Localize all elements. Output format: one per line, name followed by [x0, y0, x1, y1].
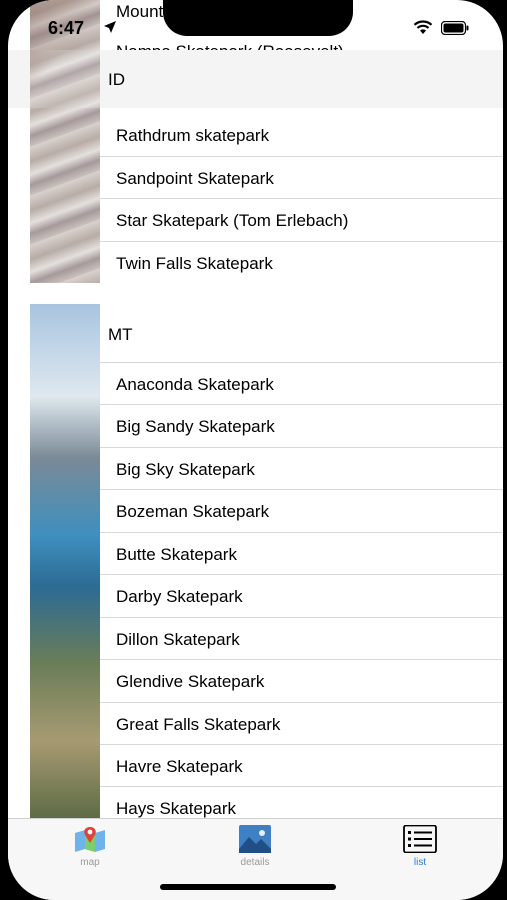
list-item-label: Glendive Skatepark	[116, 672, 265, 691]
list-item-label: Anaconda Skatepark	[116, 375, 274, 394]
section-title: MT	[108, 325, 133, 344]
list-item[interactable]: Butte Skatepark	[100, 533, 503, 575]
wifi-icon	[413, 20, 433, 34]
list-icon	[403, 825, 437, 853]
list-item[interactable]: Twin Falls Skatepark	[100, 242, 503, 284]
location-arrow-icon	[104, 21, 116, 33]
list-item[interactable]: Anaconda Skatepark	[100, 363, 503, 405]
list-item-label: Dillon Skatepark	[116, 630, 240, 649]
list-item[interactable]: Dillon Skatepark	[100, 618, 503, 660]
list-item-label: Great Falls Skatepark	[116, 715, 281, 734]
list-item[interactable]: Star Skatepark (Tom Erlebach)	[100, 199, 503, 241]
list-item-label: Darby Skatepark	[116, 587, 243, 606]
image-icon	[239, 825, 271, 853]
status-time: 6:47	[48, 18, 85, 38]
list-item[interactable]: Darby Skatepark	[100, 575, 503, 617]
list-item-label: Star Skatepark (Tom Erlebach)	[116, 211, 349, 230]
section-title: ID	[108, 70, 125, 89]
skatepark-list[interactable]: Mount Nampa Skatepark (Roosevelt) ID Rat…	[8, 0, 503, 818]
list-item[interactable]: Bozeman Skatepark	[100, 490, 503, 532]
section-thumbnail-mt	[30, 304, 100, 818]
list-item-label: Sandpoint Skatepark	[116, 169, 274, 188]
tab-label: map	[80, 857, 100, 868]
list-item-label: Hays Skatepark	[116, 799, 236, 818]
list-item[interactable]: Havre Skatepark	[100, 745, 503, 787]
map-icon	[75, 827, 105, 852]
list-item-label: Twin Falls Skatepark	[116, 254, 273, 273]
list-item[interactable]: Rathdrum skatepark	[100, 114, 503, 156]
list-item[interactable]: Sandpoint Skatepark	[100, 157, 503, 199]
battery-icon	[441, 20, 469, 35]
list-item-label: Bozeman Skatepark	[116, 502, 270, 521]
status-indicators	[413, 20, 469, 35]
list-item[interactable]: Great Falls Skatepark	[100, 703, 503, 745]
home-indicator[interactable]	[160, 884, 336, 890]
list-item-label: Havre Skatepark	[116, 757, 243, 776]
list-item[interactable]: Glendive Skatepark	[100, 660, 503, 702]
list-item[interactable]: Big Sky Skatepark	[100, 448, 503, 490]
tab-details[interactable]: details	[195, 819, 315, 879]
tab-label: details	[240, 857, 270, 868]
device-notch	[163, 0, 353, 36]
list-item-label: Big Sky Skatepark	[116, 460, 255, 479]
list-item-label: Big Sandy Skatepark	[116, 417, 275, 436]
list-item[interactable]: Hays Skatepark	[100, 787, 503, 818]
tab-map[interactable]: map	[30, 819, 150, 879]
list-item[interactable]: Big Sandy Skatepark	[100, 405, 503, 447]
tab-list[interactable]: list	[360, 819, 480, 879]
list-item-label: Rathdrum skatepark	[116, 126, 270, 145]
section-thumbnail-id-header	[30, 50, 100, 108]
phone-screen: Mount Nampa Skatepark (Roosevelt) ID Rat…	[8, 0, 503, 900]
list-item-label: Butte Skatepark	[116, 545, 237, 564]
tab-label: list	[413, 857, 427, 868]
